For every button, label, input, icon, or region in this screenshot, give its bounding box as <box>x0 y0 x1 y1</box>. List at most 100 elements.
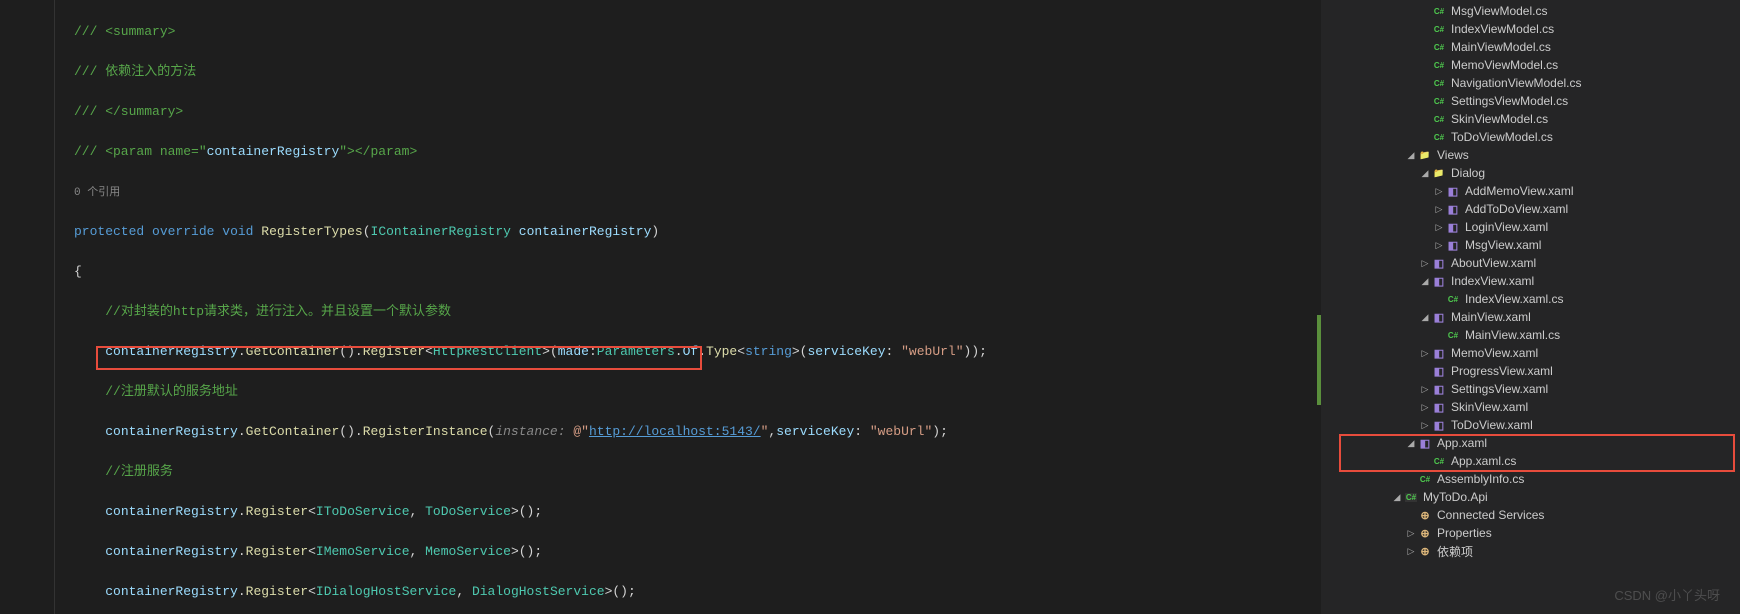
tree-item[interactable]: IndexViewModel.cs <box>1335 20 1740 38</box>
tree-item[interactable]: MemoView.xaml <box>1335 344 1740 362</box>
tree-item[interactable]: IndexView.xaml.cs <box>1335 290 1740 308</box>
tree-item[interactable]: SkinView.xaml <box>1335 398 1740 416</box>
code-content[interactable]: /// <summary> /// 依赖注入的方法 /// </summary>… <box>70 0 1335 614</box>
xml-doc: /// 依赖注入的方法 <box>74 64 196 79</box>
expand-arrow-icon[interactable] <box>1405 546 1417 557</box>
cs-icon <box>1431 75 1447 91</box>
xaml-icon <box>1445 219 1461 235</box>
expand-arrow-icon[interactable] <box>1419 384 1431 395</box>
tree-item-label: AssemblyInfo.cs <box>1437 472 1524 486</box>
xml-doc: /// <summary> <box>74 24 175 39</box>
tree-item-label: IndexViewModel.cs <box>1451 22 1554 36</box>
tree-item-label: IndexView.xaml <box>1451 274 1534 288</box>
tree-item[interactable]: ProgressView.xaml <box>1335 362 1740 380</box>
xaml-icon <box>1431 309 1447 325</box>
xaml-icon <box>1445 183 1461 199</box>
tree-item-label: ToDoViewModel.cs <box>1451 130 1553 144</box>
xaml-icon <box>1431 417 1447 433</box>
tree-item-label: MainView.xaml.cs <box>1465 328 1560 342</box>
expand-arrow-icon[interactable] <box>1419 258 1431 269</box>
tree-item[interactable]: MainView.xaml.cs <box>1335 326 1740 344</box>
tree-item[interactable]: 依赖项 <box>1335 542 1740 560</box>
tree-item-label: AboutView.xaml <box>1451 256 1536 270</box>
proj-icon <box>1403 489 1419 505</box>
xaml-icon <box>1431 399 1447 415</box>
tree-item-label: App.xaml <box>1437 436 1487 450</box>
tree-item[interactable]: Dialog <box>1335 164 1740 182</box>
expand-arrow-icon[interactable] <box>1419 312 1431 323</box>
tree-item-label: NavigationViewModel.cs <box>1451 76 1582 90</box>
tree-item[interactable]: LoginView.xaml <box>1335 218 1740 236</box>
expand-arrow-icon[interactable] <box>1433 186 1445 197</box>
tree-item[interactable]: ToDoViewModel.cs <box>1335 128 1740 146</box>
expand-arrow-icon[interactable] <box>1433 204 1445 215</box>
tree-item-label: ProgressView.xaml <box>1451 364 1553 378</box>
code-editor[interactable]: /// <summary> /// 依赖注入的方法 /// </summary>… <box>0 0 1335 614</box>
tree-item[interactable]: AboutView.xaml <box>1335 254 1740 272</box>
solution-explorer[interactable]: CSDN @小丫头呀 MsgViewModel.csIndexViewModel… <box>1335 0 1740 614</box>
tree-item[interactable]: MyToDo.Api <box>1335 488 1740 506</box>
folder-icon <box>1431 165 1447 181</box>
expand-arrow-icon[interactable] <box>1419 168 1431 179</box>
tree-item[interactable]: App.xaml <box>1335 434 1740 452</box>
tree-item[interactable]: MemoViewModel.cs <box>1335 56 1740 74</box>
expand-arrow-icon[interactable] <box>1405 438 1417 449</box>
tree-item[interactable]: Views <box>1335 146 1740 164</box>
expand-arrow-icon[interactable] <box>1391 492 1403 503</box>
xml-doc: /// </summary> <box>74 104 183 119</box>
cs-icon <box>1417 471 1433 487</box>
scroll-change-marker <box>1317 315 1321 405</box>
tree-item-label: LoginView.xaml <box>1465 220 1548 234</box>
expand-arrow-icon[interactable] <box>1419 420 1431 431</box>
expand-arrow-icon[interactable] <box>1433 222 1445 233</box>
conn-icon <box>1417 525 1433 541</box>
expand-arrow-icon[interactable] <box>1419 348 1431 359</box>
tree-item[interactable]: AssemblyInfo.cs <box>1335 470 1740 488</box>
tree-item-label: 依赖项 <box>1437 543 1473 560</box>
tree-item[interactable]: MainViewModel.cs <box>1335 38 1740 56</box>
xaml-icon <box>1445 201 1461 217</box>
tree-item[interactable]: NavigationViewModel.cs <box>1335 74 1740 92</box>
tree-item-label: MyToDo.Api <box>1423 490 1488 504</box>
tree-item[interactable]: ToDoView.xaml <box>1335 416 1740 434</box>
xaml-icon <box>1445 237 1461 253</box>
tree-item[interactable]: Properties <box>1335 524 1740 542</box>
tree-item-label: MemoViewModel.cs <box>1451 58 1558 72</box>
tree-item-label: MsgViewModel.cs <box>1451 4 1547 18</box>
folder-icon <box>1417 147 1433 163</box>
xaml-icon <box>1431 381 1447 397</box>
expand-arrow-icon[interactable] <box>1405 528 1417 539</box>
tree-item[interactable]: AddMemoView.xaml <box>1335 182 1740 200</box>
tree-item[interactable]: SettingsView.xaml <box>1335 380 1740 398</box>
expand-arrow-icon[interactable] <box>1433 240 1445 251</box>
tree-item[interactable]: SettingsViewModel.cs <box>1335 92 1740 110</box>
expand-arrow-icon[interactable] <box>1405 150 1417 161</box>
tree-item-label: Connected Services <box>1437 508 1544 522</box>
cs-icon <box>1431 453 1447 469</box>
tree-item-label: Dialog <box>1451 166 1485 180</box>
tree-item-label: MainViewModel.cs <box>1451 40 1551 54</box>
tree-item[interactable]: SkinViewModel.cs <box>1335 110 1740 128</box>
outline-column <box>55 0 70 614</box>
tree-item[interactable]: MsgView.xaml <box>1335 236 1740 254</box>
cs-icon <box>1431 39 1447 55</box>
scrollbar[interactable] <box>1321 0 1335 614</box>
conn-icon <box>1417 543 1433 559</box>
tree-item[interactable]: IndexView.xaml <box>1335 272 1740 290</box>
expand-arrow-icon[interactable] <box>1419 276 1431 287</box>
tree-item[interactable]: MsgViewModel.cs <box>1335 2 1740 20</box>
tree-item-label: MemoView.xaml <box>1451 346 1538 360</box>
xml-doc: /// <param name=" <box>74 144 207 159</box>
tree-item[interactable]: AddToDoView.xaml <box>1335 200 1740 218</box>
code-lens[interactable]: 0 个引用 <box>74 187 120 199</box>
tree-item-label: SkinViewModel.cs <box>1451 112 1548 126</box>
tree-item[interactable]: Connected Services <box>1335 506 1740 524</box>
tree-item-label: SettingsView.xaml <box>1451 382 1548 396</box>
expand-arrow-icon[interactable] <box>1419 402 1431 413</box>
tree-item-label: AddMemoView.xaml <box>1465 184 1574 198</box>
cs-icon <box>1431 93 1447 109</box>
tree-item-label: SettingsViewModel.cs <box>1451 94 1568 108</box>
xaml-icon <box>1431 363 1447 379</box>
tree-item[interactable]: MainView.xaml <box>1335 308 1740 326</box>
tree-item[interactable]: App.xaml.cs <box>1335 452 1740 470</box>
